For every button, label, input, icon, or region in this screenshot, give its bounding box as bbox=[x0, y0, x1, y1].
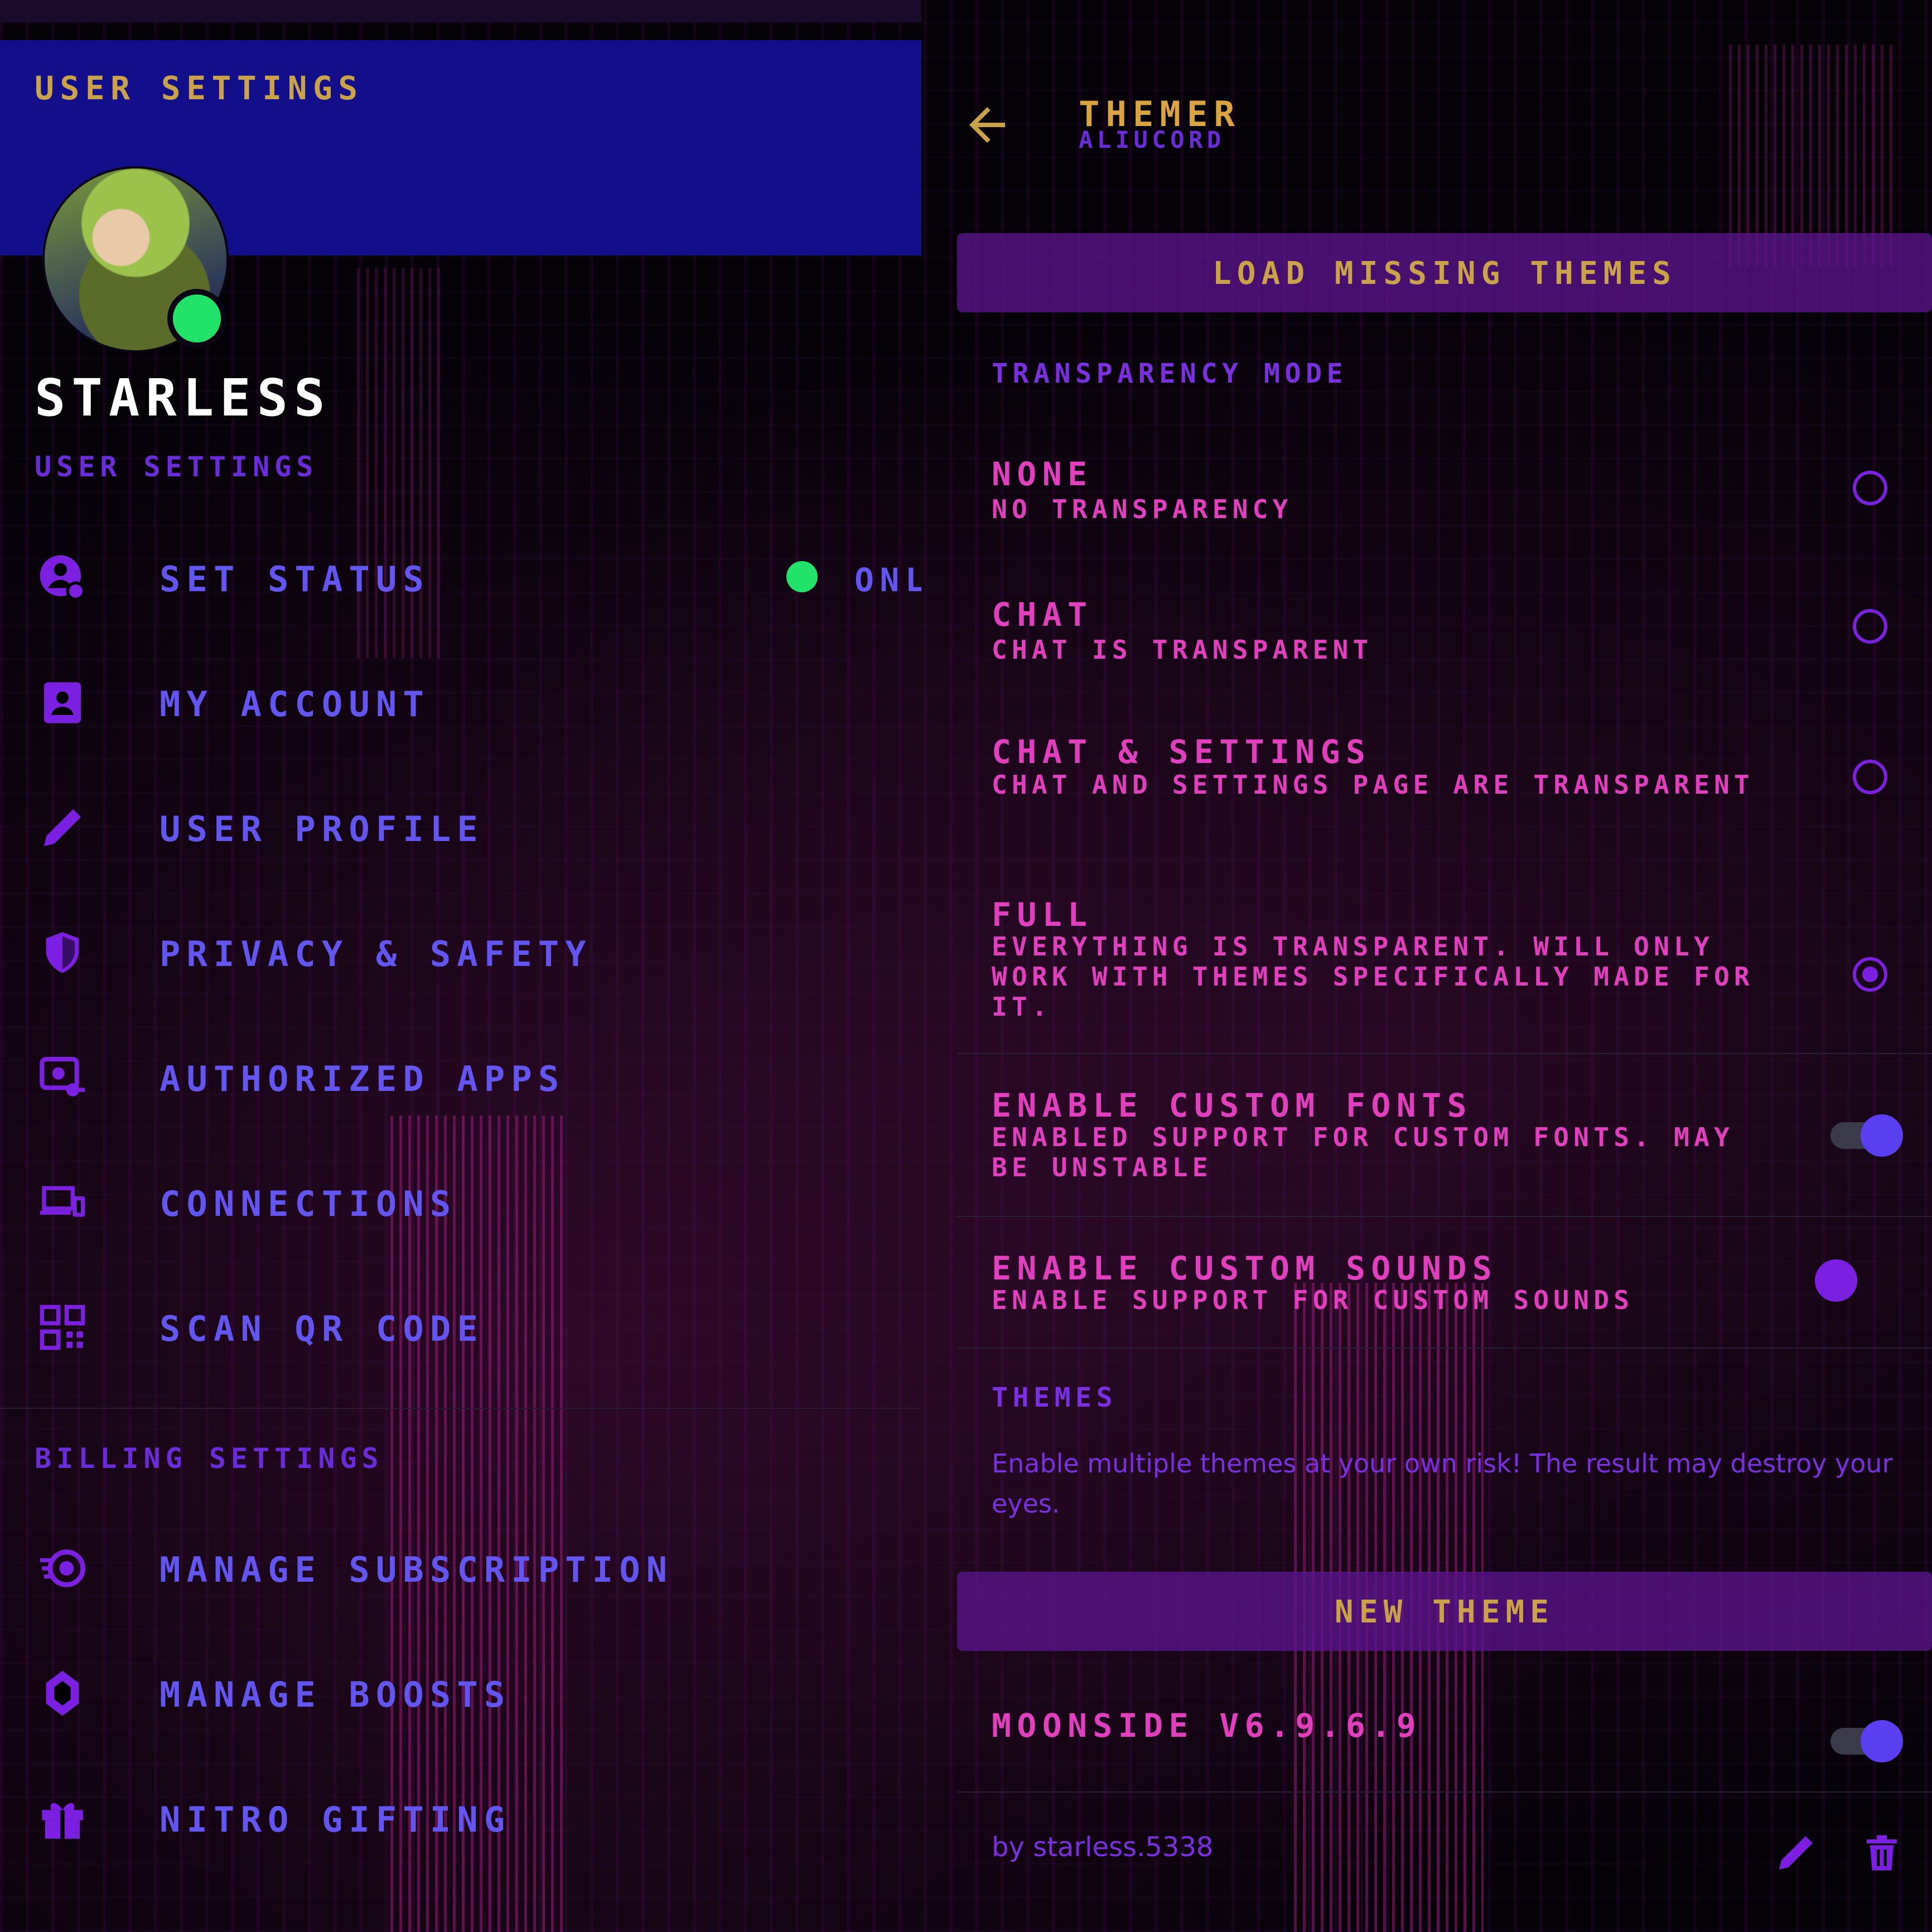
toggle-description: Enable support for custom sounds bbox=[992, 1285, 1634, 1315]
boost-gem-icon bbox=[46, 1670, 79, 1716]
person-status-icon bbox=[40, 555, 86, 601]
radio-button[interactable] bbox=[1853, 471, 1887, 505]
menu-label: Authorized Apps bbox=[160, 1059, 566, 1099]
devices-icon bbox=[40, 1186, 85, 1217]
gift-icon bbox=[42, 1803, 83, 1839]
themer-settings-panel: Themer Aliucord Load missing themes Tran… bbox=[921, 0, 1932, 1932]
radio-button-selected[interactable] bbox=[1853, 957, 1887, 992]
section-label-user-settings: User Settings bbox=[35, 451, 318, 483]
section-label-themes: Themes bbox=[992, 1382, 1118, 1413]
online-dot-icon bbox=[786, 561, 818, 592]
row-divider bbox=[957, 1347, 1932, 1349]
option-description: No transparency bbox=[992, 494, 1293, 524]
theme-author: by starless.5338 bbox=[992, 1832, 1214, 1863]
option-description: Chat and Settings page are transparent bbox=[992, 770, 1755, 800]
option-description: Chat is transparent bbox=[992, 635, 1373, 665]
option-title: Chat bbox=[992, 596, 1093, 634]
authorized-apps-icon bbox=[40, 1056, 85, 1097]
radio-option-full[interactable]: Full Everything is transparent. Will onl… bbox=[921, 892, 1932, 1026]
menu-item-authorized-apps[interactable]: Authorized Apps bbox=[0, 1022, 921, 1133]
menu-label: Manage Subscription bbox=[160, 1549, 674, 1590]
toggle-row-custom-fonts[interactable]: Enable Custom Fonts Enabled support for … bbox=[921, 1083, 1932, 1189]
toggle-switch[interactable] bbox=[1815, 1259, 1857, 1302]
theme-toggle-switch[interactable] bbox=[1830, 1720, 1903, 1762]
radio-button[interactable] bbox=[1853, 609, 1887, 644]
username: Starless bbox=[35, 368, 331, 428]
radio-option-chat[interactable]: Chat Chat is transparent bbox=[921, 592, 1932, 682]
new-theme-button[interactable]: New theme bbox=[957, 1572, 1932, 1651]
menu-label: Nitro Gifting bbox=[160, 1799, 511, 1840]
qr-code-icon bbox=[40, 1305, 85, 1350]
account-card-icon bbox=[44, 682, 81, 723]
toggle-title: Enable Custom Fonts bbox=[992, 1086, 1472, 1124]
menu-item-scan-qr[interactable]: Scan QR Code bbox=[0, 1272, 921, 1383]
section-label-billing: Billing Settings bbox=[35, 1442, 384, 1475]
menu-label: My Account bbox=[160, 684, 430, 724]
row-divider bbox=[957, 1053, 1932, 1054]
menu-item-my-account[interactable]: My Account bbox=[0, 647, 921, 759]
menu-item-set-status[interactable]: Set Status bbox=[0, 522, 921, 634]
nitro-icon bbox=[40, 1549, 86, 1587]
online-status-indicator bbox=[167, 289, 226, 348]
toggle-knob bbox=[1861, 1720, 1903, 1762]
menu-label: Connections bbox=[160, 1184, 457, 1224]
back-arrow-icon[interactable] bbox=[960, 98, 1014, 152]
menu-item-connections[interactable]: Connections bbox=[0, 1147, 921, 1258]
option-title: Chat & Settings bbox=[992, 733, 1371, 771]
menu-item-user-profile[interactable]: User Profile bbox=[0, 772, 921, 883]
top-strip bbox=[0, 0, 921, 22]
row-divider bbox=[957, 1216, 1932, 1217]
trash-icon[interactable] bbox=[1862, 1830, 1902, 1875]
radio-button[interactable] bbox=[1853, 760, 1887, 794]
menu-label: Manage Boosts bbox=[160, 1674, 511, 1715]
option-title: None bbox=[992, 455, 1093, 493]
shield-icon bbox=[46, 932, 79, 973]
button-label: New theme bbox=[1334, 1594, 1555, 1630]
section-divider bbox=[0, 1408, 921, 1409]
toggle-row-custom-sounds[interactable]: Enable Custom Sounds Enable support for … bbox=[921, 1246, 1932, 1330]
pencil-icon bbox=[44, 809, 81, 846]
menu-label: Scan QR Code bbox=[160, 1308, 484, 1349]
toggle-switch[interactable] bbox=[1830, 1114, 1903, 1157]
menu-item-privacy-safety[interactable]: Privacy & Safety bbox=[0, 897, 921, 1008]
radio-option-chat-settings[interactable]: Chat & Settings Chat and Settings page a… bbox=[921, 730, 1932, 830]
edit-pencil-icon[interactable] bbox=[1774, 1830, 1818, 1875]
themes-help-text: Enable multiple themes at your own risk!… bbox=[992, 1448, 1893, 1519]
menu-label: Set Status bbox=[160, 559, 430, 600]
menu-item-manage-subscription[interactable]: Manage Subscription bbox=[0, 1513, 921, 1624]
option-title: Full bbox=[992, 896, 1093, 934]
header-title: User Settings bbox=[35, 69, 364, 107]
button-label: Load missing themes bbox=[1212, 255, 1677, 292]
theme-name: Moonside v6.9.6.9 bbox=[992, 1707, 1422, 1745]
toggle-title: Enable Custom Sounds bbox=[992, 1249, 1498, 1287]
menu-item-manage-boosts[interactable]: Manage Boosts bbox=[0, 1638, 921, 1749]
row-divider bbox=[957, 1791, 1932, 1793]
section-label-transparency: Transparency Mode bbox=[992, 358, 1348, 389]
radio-option-none[interactable]: None No transparency bbox=[921, 452, 1932, 541]
theme-entry[interactable]: Moonside v6.9.6.9 bbox=[921, 1702, 1932, 1769]
menu-item-nitro-gifting[interactable]: Nitro Gifting bbox=[0, 1762, 921, 1874]
toggle-description: Enabled support for custom fonts. May be… bbox=[992, 1122, 1735, 1182]
toggle-knob bbox=[1861, 1114, 1903, 1157]
status-value: Online bbox=[854, 561, 921, 599]
user-settings-panel: User Settings Starless User Settings Set… bbox=[0, 0, 921, 1932]
menu-label: Privacy & Safety bbox=[160, 934, 592, 974]
load-missing-themes-button[interactable]: Load missing themes bbox=[957, 233, 1932, 312]
page-subtitle: Aliucord bbox=[1079, 126, 1225, 153]
option-description: Everything is transparent. Will only wor… bbox=[992, 931, 1755, 1022]
menu-label: User Profile bbox=[160, 809, 484, 849]
